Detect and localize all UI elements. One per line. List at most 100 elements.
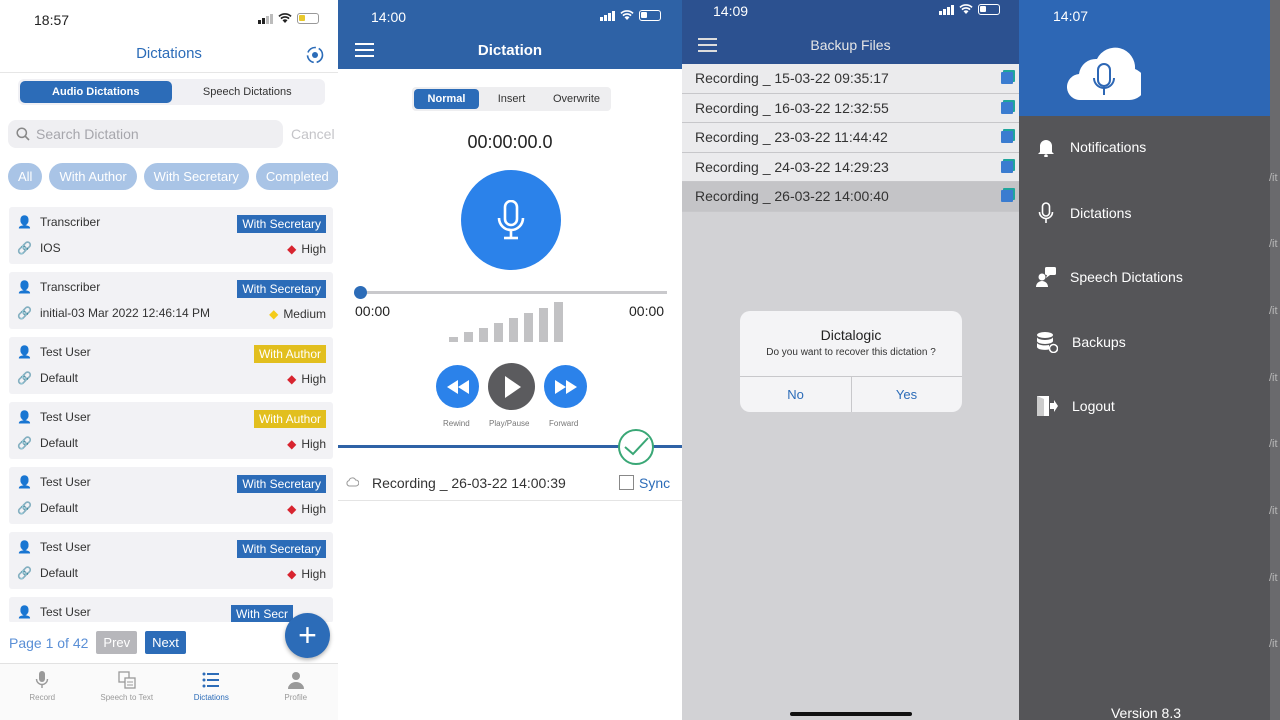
dictation-card[interactable]: 👤 Transcriber 🔗 initial-03 Mar 2022 12:46:… xyxy=(9,272,333,329)
dialog-message: Do you want to recover this dictation ? xyxy=(766,347,936,358)
tab-audio-dictations[interactable]: Audio Dictations xyxy=(20,81,172,103)
priority-label: Medium xyxy=(283,307,326,321)
cloud-microphone-logo-icon xyxy=(1067,47,1141,101)
tab-dictations[interactable]: Dictations xyxy=(169,664,254,720)
status-badge: With Author xyxy=(253,345,326,363)
slider-thumb[interactable] xyxy=(354,286,367,299)
search-icon xyxy=(16,127,30,141)
copy-icon xyxy=(1001,101,1013,114)
tab-profile[interactable]: Profile xyxy=(254,664,339,720)
menu-item-dictations[interactable]: Dictations xyxy=(1036,202,1131,224)
forward-button[interactable] xyxy=(544,365,587,408)
sync-label: Sync xyxy=(639,475,671,491)
navigation-drawer-screen: 14:07 /it /it /it /it /it /it /it /it No… xyxy=(1019,0,1280,720)
page-title: Dictations xyxy=(136,45,202,62)
status-time: 14:07 xyxy=(1053,8,1089,24)
signal-icon xyxy=(600,10,615,21)
menu-item-logout[interactable]: Logout xyxy=(1036,395,1115,417)
status-time: 18:57 xyxy=(34,12,70,28)
backup-row-selected[interactable]: Recording _ 26-03-22 14:00:40 xyxy=(682,182,1019,212)
playback-slider[interactable] xyxy=(360,291,667,294)
menu-item-backups[interactable]: Backups xyxy=(1036,331,1126,353)
backup-row[interactable]: Recording _ 23-03-22 11:44:42 xyxy=(682,123,1019,153)
card-item: Default xyxy=(39,436,78,450)
filter-completed[interactable]: Completed xyxy=(255,163,338,190)
tab-record-label: Record xyxy=(29,693,56,702)
user-icon: 👤 xyxy=(17,215,32,229)
card-user: Test User xyxy=(39,475,91,489)
medium-priority-icon: ◆ xyxy=(269,307,279,321)
logout-icon xyxy=(1037,396,1058,416)
elapsed-time: 00:00 xyxy=(355,303,391,319)
wifi-icon xyxy=(278,13,292,23)
user-icon: 👤 xyxy=(17,280,32,294)
menu-item-notifications[interactable]: Notifications xyxy=(1036,137,1146,157)
filter-all[interactable]: All xyxy=(8,163,43,190)
header-bar: 14:09 Backup Files xyxy=(682,0,1019,64)
forward-icon xyxy=(554,379,577,394)
copy-icon xyxy=(1001,160,1013,173)
dictation-card[interactable]: 👤 Test User 🔗 Default With Author ◆ High xyxy=(9,402,333,459)
mode-overwrite[interactable]: Overwrite xyxy=(544,89,609,109)
attachment-icon: 🔗 xyxy=(17,306,32,320)
play-icon xyxy=(504,375,521,398)
page-title: Backup Files xyxy=(810,37,891,53)
menu-item-speech-dictations[interactable]: Speech Dictations xyxy=(1036,266,1183,288)
wifi-icon xyxy=(620,10,634,20)
volume-level-meter xyxy=(449,302,563,342)
save-check-button[interactable] xyxy=(618,429,654,465)
tab-speech-to-text[interactable]: Speech to Text xyxy=(85,664,170,720)
no-button[interactable]: No xyxy=(740,387,851,402)
tab-profile-label: Profile xyxy=(284,693,308,702)
yes-button[interactable]: Yes xyxy=(851,387,962,402)
rewind-icon xyxy=(446,379,469,394)
high-priority-icon: ◆ xyxy=(287,242,297,256)
priority-label: High xyxy=(301,567,326,581)
status-icons xyxy=(600,10,661,21)
backup-row[interactable]: Recording _ 16-03-22 12:32:55 xyxy=(682,93,1019,123)
battery-icon xyxy=(297,13,319,24)
card-user: Transcriber xyxy=(39,280,101,294)
prev-button[interactable]: Prev xyxy=(96,631,138,654)
filter-with-secretary[interactable]: With Secretary xyxy=(143,163,249,190)
battery-icon xyxy=(978,4,1000,15)
recording-list-item[interactable]: Recording _ 26-03-22 14:00:39 Sync xyxy=(338,467,682,501)
dictation-card[interactable]: 👤 Test User 🔗 Default With Author ◆ High xyxy=(9,337,333,394)
header-bar: 14:00 Dictation xyxy=(338,0,682,69)
mode-insert[interactable]: Insert xyxy=(479,89,544,109)
backup-row[interactable]: Recording _ 24-03-22 14:29:23 xyxy=(682,152,1019,182)
next-button[interactable]: Next xyxy=(145,631,186,654)
tab-record[interactable]: Record xyxy=(0,664,85,720)
record-button[interactable] xyxy=(461,170,561,270)
dictation-card[interactable]: 👤 Test User 🔗 Default With Secretary ◆ High xyxy=(9,467,333,524)
filter-with-author[interactable]: With Author xyxy=(49,163,137,190)
dictation-card[interactable]: 👤 Test User 🔗 Default With Secretary ◆ High xyxy=(9,532,333,589)
rewind-button[interactable] xyxy=(436,365,479,408)
menu-label: Speech Dictations xyxy=(1070,269,1183,285)
menu-label: Notifications xyxy=(1070,139,1147,155)
cancel-button[interactable]: Cancel xyxy=(291,126,335,142)
battery-icon xyxy=(639,10,661,21)
dictation-card[interactable]: 👤 Test User With Secr xyxy=(9,597,333,623)
sync-checkbox[interactable] xyxy=(619,475,634,490)
card-item: IOS xyxy=(39,241,61,255)
status-time: 14:00 xyxy=(371,9,407,25)
priority-label: High xyxy=(301,437,326,451)
backup-row[interactable]: Recording _ 15-03-22 09:35:17 xyxy=(682,64,1019,94)
card-user: Transcriber xyxy=(39,215,101,229)
dictation-card[interactable]: 👤 Transcriber 🔗 IOS With Secretary ◆ High xyxy=(9,207,333,264)
cloud-upload-icon xyxy=(346,477,359,487)
tab-speech-dictations[interactable]: Speech Dictations xyxy=(172,81,324,103)
page-title: Dictation xyxy=(477,42,543,59)
rewind-label: Rewind xyxy=(443,419,470,428)
add-dictation-button[interactable]: + xyxy=(285,613,330,658)
dictation-type-segment: Audio Dictations Speech Dictations xyxy=(18,79,325,105)
status-badge: With Secr xyxy=(230,605,293,623)
mode-normal[interactable]: Normal xyxy=(414,89,479,109)
user-icon: 👤 xyxy=(17,540,32,554)
play-pause-button[interactable] xyxy=(488,363,535,410)
sync-settings-icon[interactable] xyxy=(305,45,325,65)
backup-name: Recording _ 15-03-22 09:35:17 xyxy=(695,70,889,87)
search-input[interactable]: Search Dictation xyxy=(8,120,283,148)
status-badge: With Secretary xyxy=(237,540,326,558)
